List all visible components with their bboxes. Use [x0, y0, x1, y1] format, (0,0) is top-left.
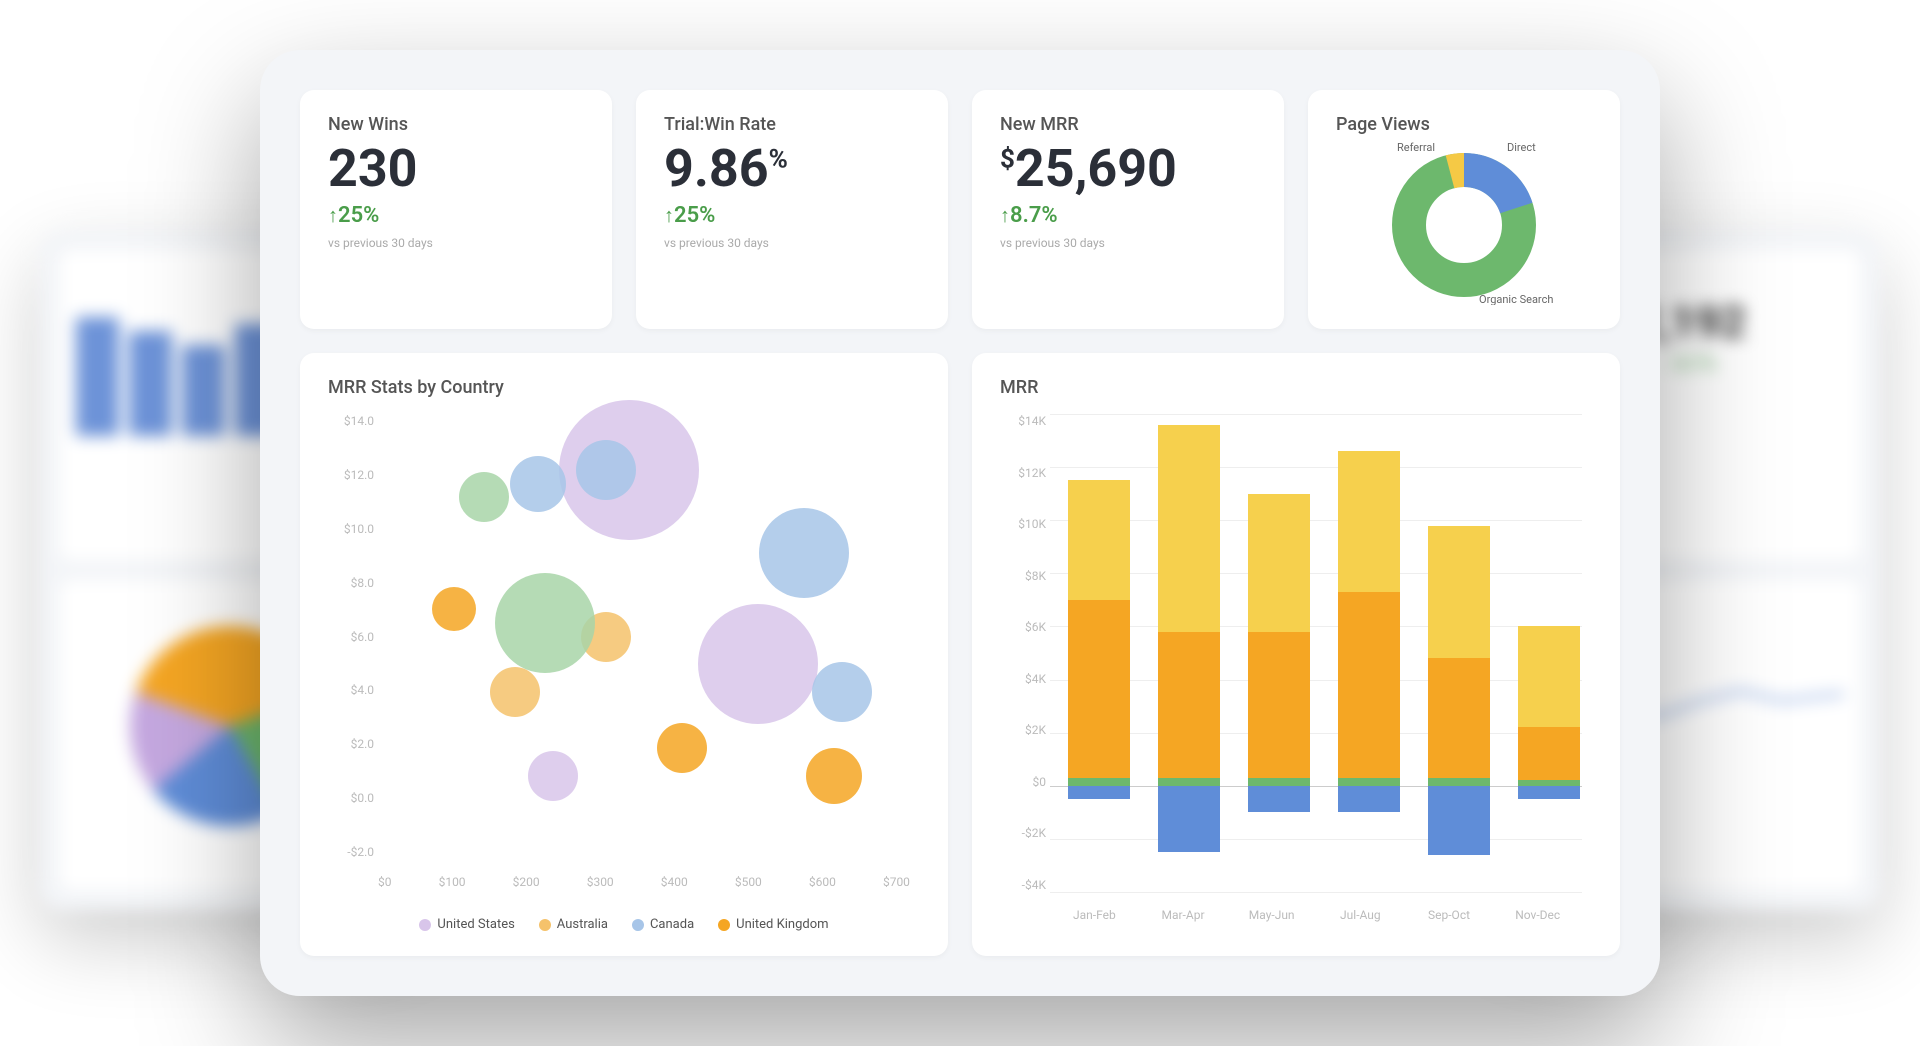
bubble-point	[806, 748, 862, 804]
kpi-title: New Wins	[328, 114, 584, 135]
dot-icon	[632, 919, 644, 931]
bubble-point	[528, 751, 578, 801]
donut-label-referral: Referral	[1397, 141, 1435, 154]
donut-chart: Referral Direct Organic Search	[1336, 135, 1592, 305]
bar-segment	[1158, 632, 1220, 778]
bar-segment	[1338, 592, 1400, 778]
x-axis: Jan-FebMar-AprMay-JunJul-AugSep-OctNov-D…	[1050, 908, 1582, 922]
bar-segment	[1428, 786, 1490, 855]
bar-segment	[1158, 786, 1220, 852]
kpi-subtitle: vs previous 30 days	[328, 236, 584, 250]
kpi-value: 230	[328, 143, 584, 195]
bar-segment	[1428, 778, 1490, 786]
y-axis: $14.0$12.0$10.0$8.0$6.0$4.0$2.0$0.0-$2.0	[328, 414, 374, 859]
y-axis: $14K$12K$10K$8K$6K$4K$2K$0-$2K-$4K	[1000, 414, 1046, 892]
dot-icon	[718, 919, 730, 931]
kpi-title: Trial:Win Rate	[664, 114, 920, 135]
bubble-chart: $14.0$12.0$10.0$8.0$6.0$4.0$2.0$0.0-$2.0…	[328, 414, 920, 909]
bubble-point	[490, 667, 540, 717]
bar-segment	[1158, 425, 1220, 632]
bar-segment	[1338, 778, 1400, 786]
arrow-up-icon: ↑	[1000, 203, 1010, 227]
bar-segment	[1518, 786, 1580, 799]
kpi-value: $25,690	[1000, 143, 1256, 195]
donut-label-organic: Organic Search	[1479, 293, 1553, 305]
bar-column	[1150, 414, 1212, 892]
bar-segment	[1248, 786, 1310, 813]
bubble-point	[812, 662, 872, 722]
kpi-new-mrr[interactable]: New MRR $25,690 ↑8.7% vs previous 30 day…	[972, 90, 1284, 329]
stacked-bar-chart: $14K$12K$10K$8K$6K$4K$2K$0-$2K-$4K Jan-F…	[1000, 414, 1592, 932]
bubble-point	[576, 440, 636, 500]
legend-item-ca: Canada	[632, 917, 694, 932]
charts-row: MRR Stats by Country $14.0$12.0$10.0$8.0…	[300, 353, 1620, 956]
bar-segment	[1068, 778, 1130, 786]
arrow-up-icon: ↑	[664, 203, 674, 227]
bubble-point	[495, 573, 595, 673]
chart-mrr[interactable]: MRR $14K$12K$10K$8K$6K$4K$2K$0-$2K-$4K J…	[972, 353, 1620, 956]
bubble-point	[698, 604, 818, 724]
bar-segment	[1248, 778, 1310, 786]
chart-title: MRR Stats by Country	[328, 377, 920, 398]
kpi-title: Page Views	[1336, 114, 1592, 135]
bar-segment	[1068, 480, 1130, 600]
bubble-point	[657, 723, 707, 773]
bar-column	[1060, 414, 1122, 892]
bubble-point	[759, 508, 849, 598]
kpi-delta: ↑8.7%	[1000, 203, 1256, 228]
bar-segment	[1338, 451, 1400, 592]
kpi-subtitle: vs previous 30 days	[664, 236, 920, 250]
kpi-title: New MRR	[1000, 114, 1256, 135]
legend-item-us: United States	[419, 917, 514, 932]
donut-label-direct: Direct	[1507, 141, 1536, 154]
bar-column	[1510, 414, 1572, 892]
dashboard-tablet: New Wins 230 ↑25% vs previous 30 days Tr…	[260, 50, 1660, 996]
bar-segment	[1248, 494, 1310, 632]
bar-segment	[1518, 780, 1580, 785]
bar-segment	[1158, 778, 1220, 786]
kpi-delta: ↑25%	[664, 203, 920, 228]
kpi-value: 9.86%	[664, 143, 920, 195]
dot-icon	[539, 919, 551, 931]
bubble-point	[459, 472, 509, 522]
legend: United States Australia Canada United Ki…	[328, 917, 920, 932]
legend-item-au: Australia	[539, 917, 608, 932]
bar-column	[1420, 414, 1482, 892]
kpi-trial-win-rate[interactable]: Trial:Win Rate 9.86% ↑25% vs previous 30…	[636, 90, 948, 329]
bar-segment	[1428, 526, 1490, 659]
chart-mrr-by-country[interactable]: MRR Stats by Country $14.0$12.0$10.0$8.0…	[300, 353, 948, 956]
bar-segment	[1338, 786, 1400, 813]
bubble-point	[510, 456, 566, 512]
legend-item-uk: United Kingdom	[718, 917, 828, 932]
arrow-up-icon: ↑	[328, 203, 338, 227]
bar-segment	[1068, 786, 1130, 799]
kpi-page-views[interactable]: Page Views Referral Direct Organic Searc…	[1308, 90, 1620, 329]
x-axis: $0$100$200$300$400$500$600$700	[378, 875, 910, 889]
bubble-point	[432, 587, 476, 631]
bar-segment	[1518, 727, 1580, 780]
bar-segment	[1518, 626, 1580, 727]
bar-segment	[1248, 632, 1310, 778]
bar-column	[1240, 414, 1302, 892]
bar-column	[1330, 414, 1392, 892]
kpi-delta: ↑25%	[328, 203, 584, 228]
kpi-row: New Wins 230 ↑25% vs previous 30 days Tr…	[300, 90, 1620, 329]
chart-title: MRR	[1000, 377, 1592, 398]
kpi-subtitle: vs previous 30 days	[1000, 236, 1256, 250]
dot-icon	[419, 919, 431, 931]
bar-segment	[1068, 600, 1130, 778]
kpi-new-wins[interactable]: New Wins 230 ↑25% vs previous 30 days	[300, 90, 612, 329]
bar-segment	[1428, 658, 1490, 778]
